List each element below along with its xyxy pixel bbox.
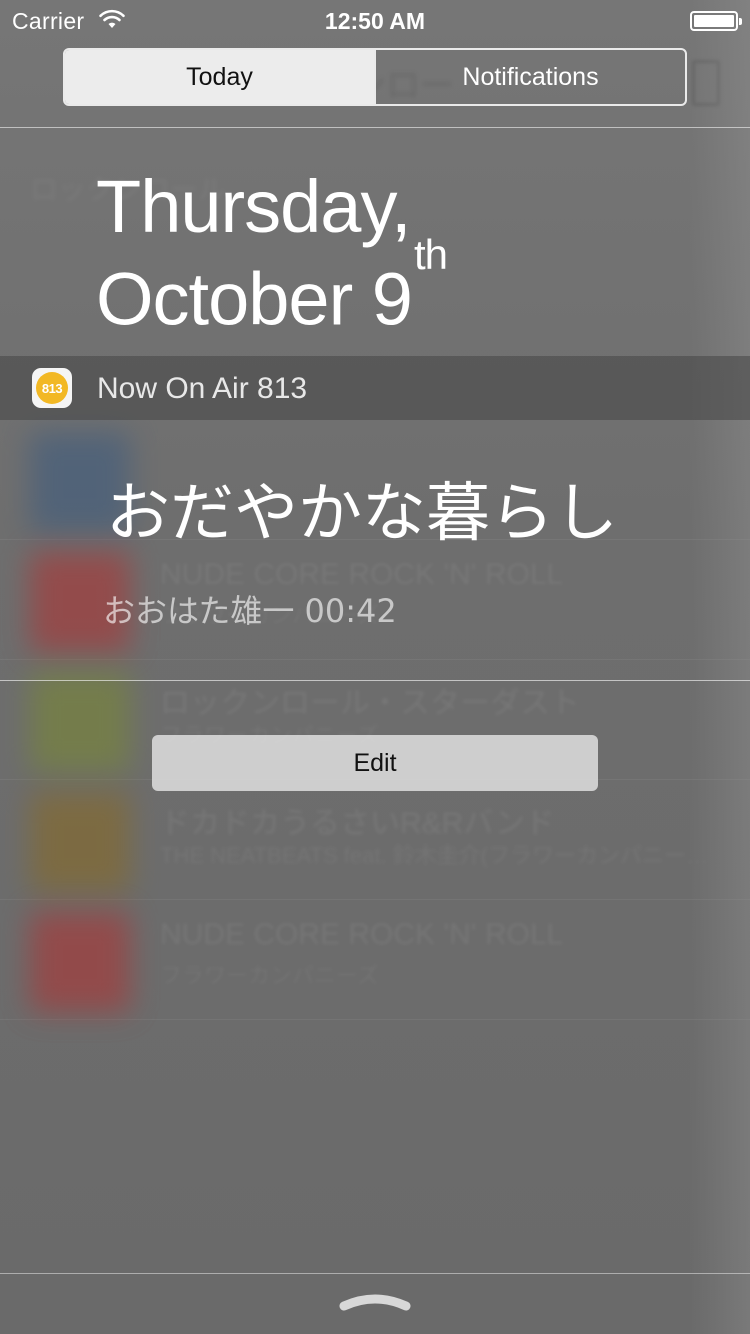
widget-divider [0,680,750,681]
background-thumb [30,792,130,892]
battery-tip [739,18,742,25]
status-bar: Carrier 12:50 AM [0,0,750,40]
background-row-title: ロックンロール・スターダスト [160,687,580,720]
background-row-title: NUDE CORE ROCK 'N' ROLL [160,918,564,951]
chevron-up-grabber-icon[interactable] [338,1290,412,1312]
today-notifications-segmented-control: Today Notifications [63,48,687,106]
background-row-subtitle: フラワーカンパニーズ [160,963,379,988]
app-icon-badge: 813 [36,372,68,404]
background-row-subtitle: THE NEATBEATS feat. 鈴木圭介(フラワーカンパニー… [160,843,709,868]
background-row: ドカドカうるさいR&Rバンド THE NEATBEATS feat. 鈴木圭介(… [0,780,750,900]
date-ordinal-suffix: th [413,231,448,278]
date-month-day: October 9th [96,231,736,341]
header-divider [0,127,750,128]
app-813-icon: 813 [32,368,72,408]
date-month-day-text: October 9 [96,257,413,341]
tab-today[interactable]: Today [65,50,374,104]
background-row-title: ドカドカうるさいR&Rバンド [160,807,555,840]
battery-fill [694,15,734,27]
widget-title: Now On Air 813 [97,372,308,405]
background-thumb [30,912,130,1012]
edit-button[interactable]: Edit [152,735,598,791]
bottom-divider [0,1273,750,1274]
widget-header[interactable]: 813 Now On Air 813 [0,356,750,420]
tab-notifications[interactable]: Notifications [374,50,685,104]
status-time: 12:50 AM [324,8,426,34]
background-thumb [30,672,130,772]
now-playing-artist-time: おおはた雄一 00:42 [103,592,397,630]
battery-full-icon [690,11,742,31]
now-playing-title[interactable]: おだやかな暮らし [106,462,618,554]
today-date: Thursday, October 9th [96,168,736,339]
background-row: NUDE CORE ROCK 'N' ROLL フラワーカンパニーズ [0,900,750,1020]
